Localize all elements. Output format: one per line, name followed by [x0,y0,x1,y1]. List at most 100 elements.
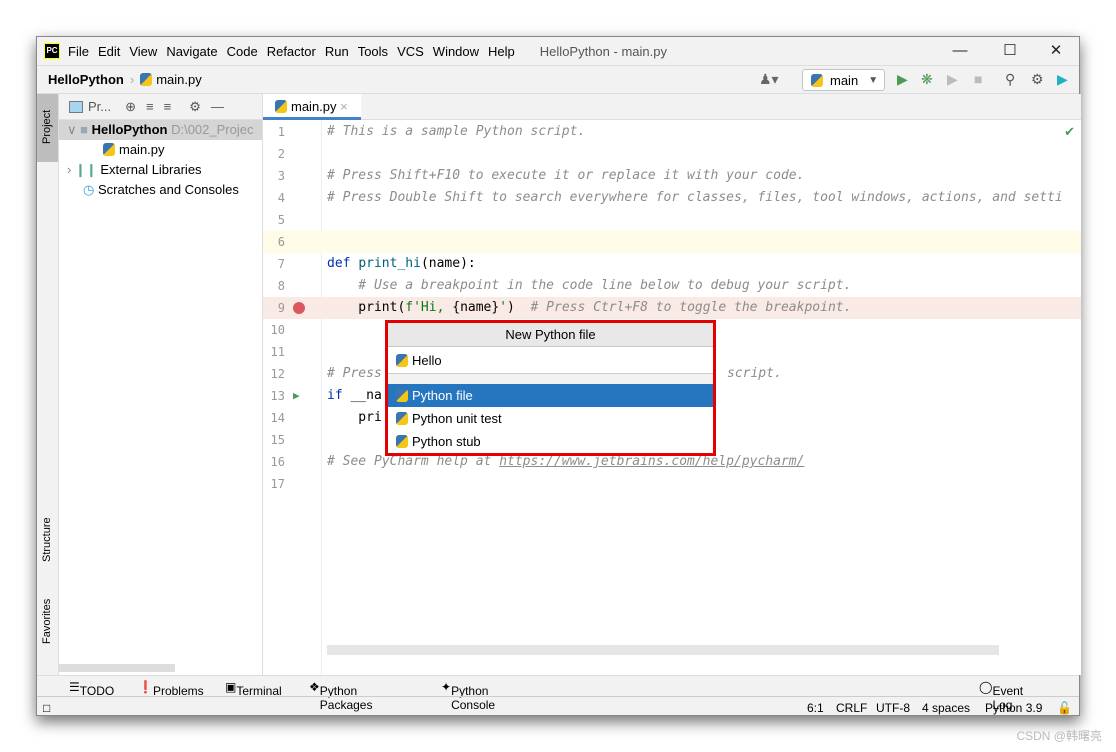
gear-icon[interactable]: ⚙ [1031,71,1044,88]
code-line[interactable]: 4 # Press Double Shift to search everywhe… [263,187,1081,209]
line-number: 12 [270,367,285,381]
menu-file[interactable]: File [68,44,89,59]
close-tab-icon[interactable]: × [340,99,348,114]
code-text: def print_hi(name): [327,256,476,271]
code-with-me-icon[interactable]: ▶ [1057,71,1068,88]
minimize-button[interactable]: — [937,37,983,65]
option-python-file[interactable]: Python file [388,384,713,407]
expand-all-icon[interactable]: ≡ [146,99,154,114]
popup-title: New Python file [388,323,713,347]
menu-window[interactable]: Window [433,44,479,59]
indent-setting[interactable]: 4 spaces [922,701,970,715]
breadcrumb-project[interactable]: HelloPython [48,72,124,87]
tree-item-label: main.py [119,142,165,157]
breadcrumb-file[interactable]: main.py [156,72,202,87]
window-title: HelloPython - main.py [539,43,667,59]
navigation-toolbar: HelloPython › main.py ♟▾ main ▼ ▶ ❋ ▶ ■ … [37,65,1079,94]
debug-icon[interactable]: ❋ [921,71,933,88]
line-number: 2 [277,147,285,161]
tree-item-external-libraries[interactable]: › ❙❙ External Libraries [59,160,262,180]
code-line[interactable]: 7 def print_hi(name): [263,253,1081,275]
project-view-dropdown[interactable]: Pr... [88,99,111,114]
python-packages-tool-button[interactable]: ❖ Python Packages [309,680,372,712]
toggle-tool-windows-icon[interactable]: □ [43,701,50,715]
event-log-tool-button[interactable]: ◯ Event Log [979,680,1023,712]
code-text: # Press Shift+F10 to execute it or repla… [327,168,805,183]
code-line[interactable]: 3 # Press Shift+F10 to execute it or repl… [263,165,1081,187]
editor-horizontal-scrollbar[interactable] [327,645,999,655]
todo-tool-button[interactable]: ☰ TODO [69,680,114,698]
tab-main-py[interactable]: main.py × [263,94,361,120]
line-number: 9 [277,301,285,315]
status-bar: □ 6:1 CRLF UTF-8 4 spaces Python 3.9 🔓 [37,696,1079,717]
stop-icon[interactable]: ■ [974,71,982,87]
menu-run[interactable]: Run [325,44,349,59]
run-config-select[interactable]: main ▼ [802,69,885,91]
project-path: D:\002_Projec [171,122,254,137]
terminal-tool-button[interactable]: ▣ Terminal [225,680,282,698]
chevron-down-icon: ▼ [868,74,879,86]
code-line[interactable]: 9 print(f'Hi, {name}') # Press Ctrl+F8 t… [263,297,1081,319]
tab-label: main.py [291,99,337,114]
menu-code[interactable]: Code [227,44,258,59]
python-icon [811,73,823,87]
menu-navigate[interactable]: Navigate [166,44,217,59]
close-button[interactable]: ✕ [1033,37,1079,65]
coverage-icon[interactable]: ▶ [947,71,958,88]
breakpoint-icon[interactable] [293,302,305,314]
line-separator[interactable]: CRLF [836,701,867,715]
user-icon[interactable]: ♟▾ [759,71,779,88]
code-text: if __na [327,388,382,403]
maximize-button[interactable]: ☐ [987,37,1033,65]
horizontal-scrollbar[interactable] [59,664,175,672]
menu-edit[interactable]: Edit [98,44,120,59]
file-encoding[interactable]: UTF-8 [876,701,910,715]
line-number: 14 [270,411,285,425]
line-number: 16 [270,455,285,469]
tree-item-scratches[interactable]: ◷ Scratches and Consoles [59,180,262,200]
code-line[interactable]: 8 # Use a breakpoint in the code line be… [263,275,1081,297]
code-text: # Press Double Shift to search everywher… [327,190,1063,205]
menu-help[interactable]: Help [488,44,515,59]
option-python-stub[interactable]: Python stub [388,430,713,453]
python-interpreter[interactable]: Python 3.9 [985,701,1042,715]
code-line[interactable]: 6 [263,231,1081,253]
code-text: # Press [327,366,382,381]
code-line[interactable]: 1 # This is a sample Python script. [263,121,1081,143]
python-console-tool-button[interactable]: ✦ Python Console [441,680,495,712]
locate-icon[interactable]: ⊕ [125,99,136,115]
tree-item-main-py[interactable]: main.py [59,140,262,160]
problems-tool-button[interactable]: ❗ Problems [138,680,204,698]
option-python-unit-test[interactable]: Python unit test [388,407,713,430]
menu-refactor[interactable]: Refactor [267,44,316,59]
line-number: 8 [277,279,285,293]
code-text: print(f'Hi, {name}') # Press Ctrl+F8 to … [327,300,852,315]
code-line[interactable]: 17 [263,473,1081,495]
lock-icon[interactable]: 🔓 [1057,701,1072,715]
project-tool-button[interactable]: Project [37,94,58,162]
tree-item-project[interactable]: ∨ ■ HelloPython D:\002_Projec [59,120,262,140]
python-file-icon [396,412,408,425]
collapse-all-icon[interactable]: ≡ [164,99,172,114]
favorites-tool-button[interactable]: Favorites [41,599,53,644]
file-name-input[interactable]: Hello [388,347,713,374]
run-gutter-icon[interactable]: ▶ [293,385,300,407]
caret-position[interactable]: 6:1 [807,701,824,715]
code-line[interactable]: 5 [263,209,1081,231]
code-line[interactable]: 2 [263,143,1081,165]
code-text: # This is a sample Python script. [327,124,586,139]
editor-tabs: main.py × [263,94,1081,120]
code-text-tail: script. [727,366,782,381]
gear-icon[interactable]: ⚙ [189,99,201,115]
line-number: 4 [277,191,285,205]
menu-view[interactable]: View [129,44,157,59]
hide-icon[interactable]: — [211,99,224,114]
line-number: 1 [277,125,285,139]
tool-window-bar: ☰ TODO ❗ Problems ▣ Terminal ❖ Python Pa… [37,675,1079,712]
run-icon[interactable]: ▶ [897,71,908,88]
menu-vcs[interactable]: VCS [397,44,424,59]
watermark: CSDN @韩曙亮 [1016,729,1102,743]
search-icon[interactable]: ⚲ [1005,71,1015,88]
menu-tools[interactable]: Tools [358,44,388,59]
structure-tool-button[interactable]: Structure [41,517,53,562]
